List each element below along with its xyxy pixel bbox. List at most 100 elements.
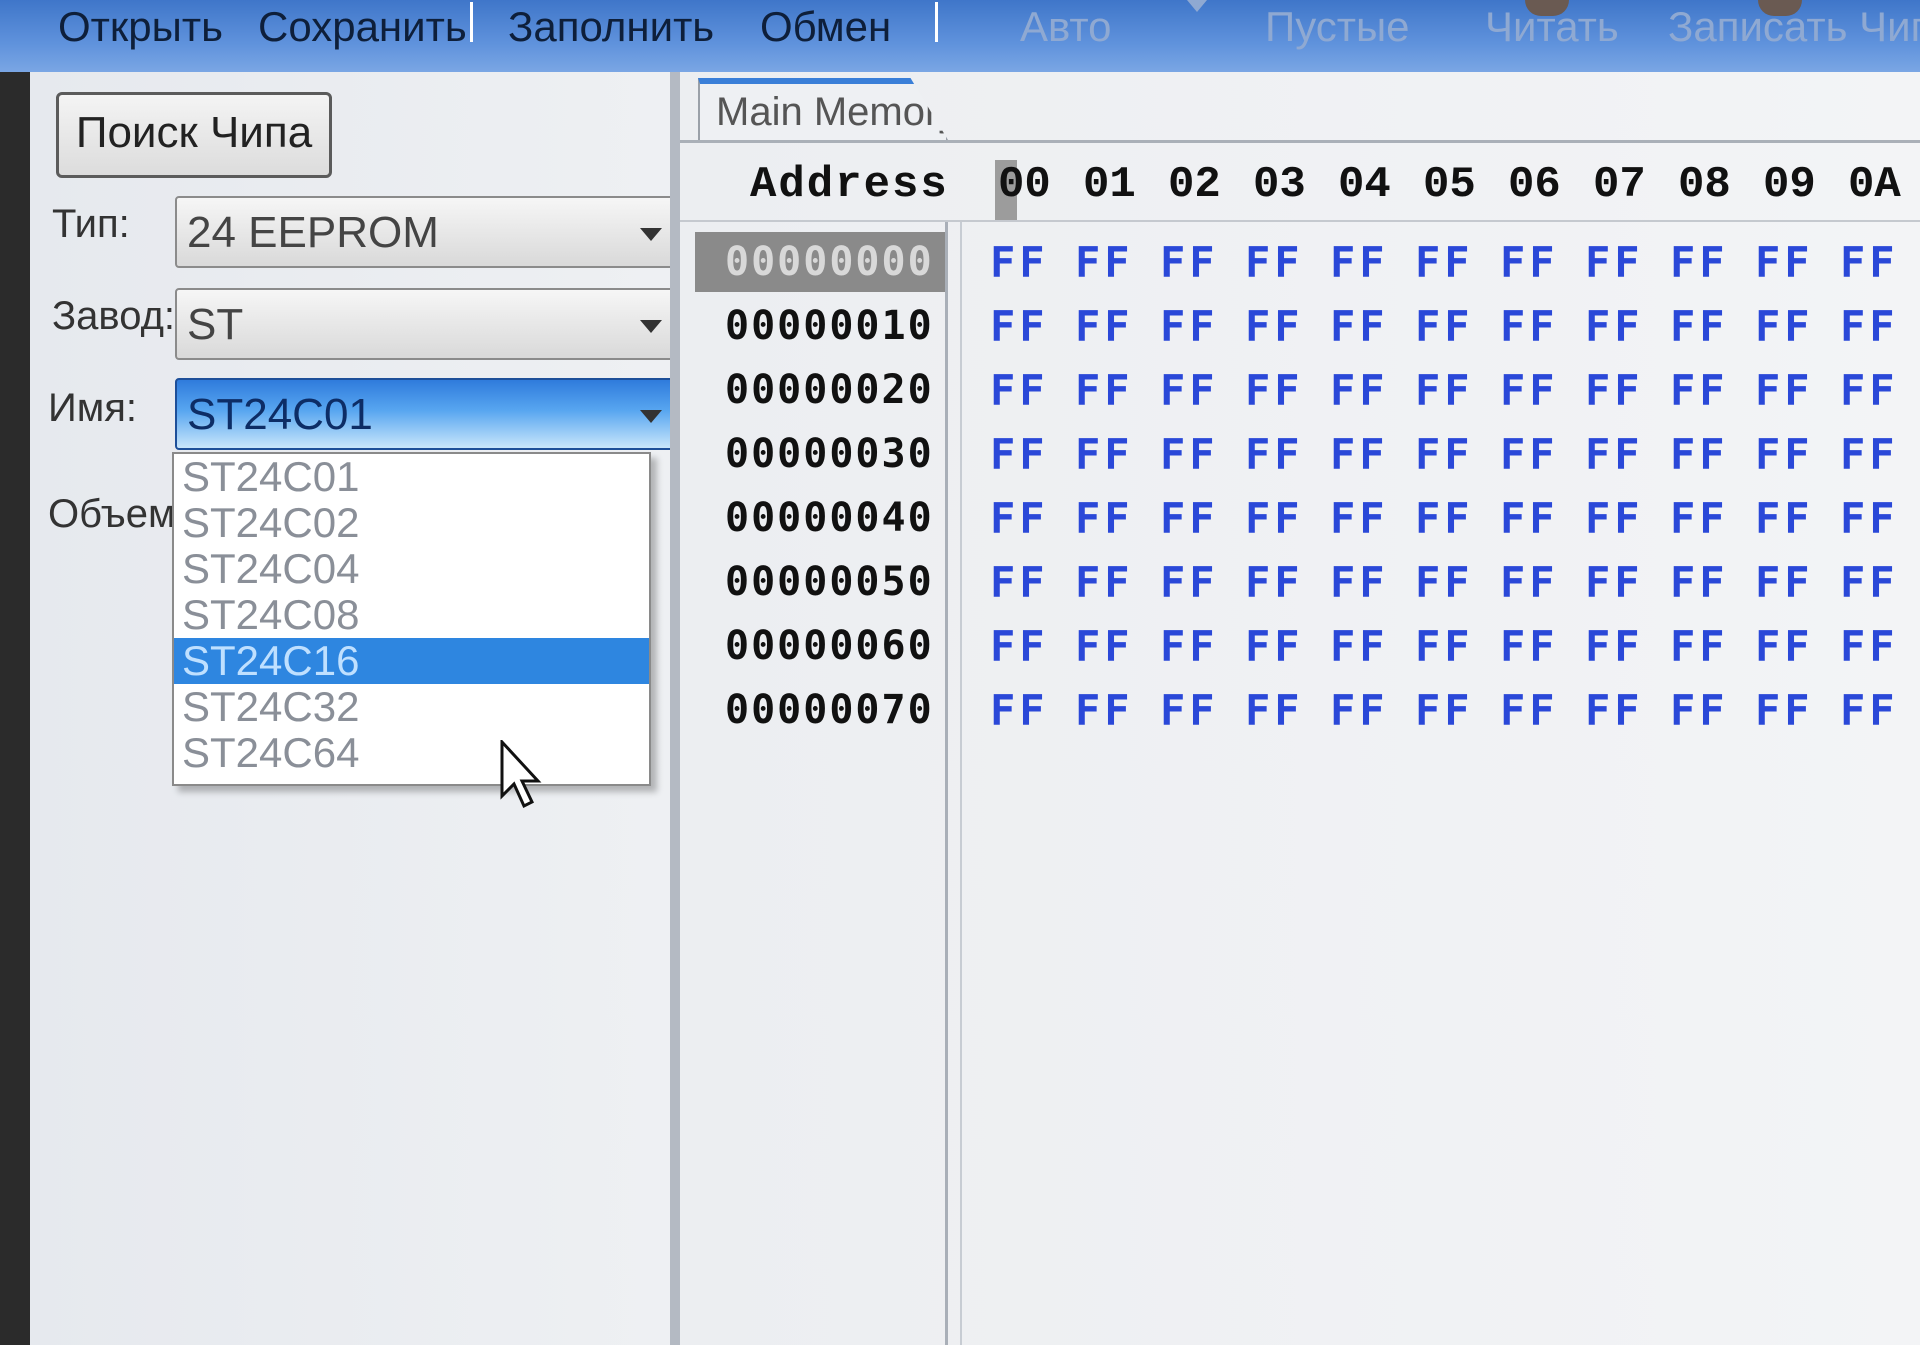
hex-cell[interactable]: FF [1500,238,1559,287]
hex-cell[interactable]: FF [1245,366,1304,415]
hex-cell[interactable]: FF [1755,430,1814,479]
hex-cell[interactable]: FF [1330,494,1389,543]
hex-cell[interactable]: FF [1075,238,1134,287]
hex-cell[interactable]: FF [1670,494,1729,543]
hex-cell[interactable]: FF [1500,302,1559,351]
hex-cell[interactable]: FF [1415,558,1474,607]
hex-cell[interactable]: FF [1330,302,1389,351]
hex-cell[interactable]: FF [1755,558,1814,607]
hex-cell[interactable]: FF [1840,494,1899,543]
hex-cell[interactable]: FF [1585,238,1644,287]
hex-cell[interactable]: FF [1585,558,1644,607]
hex-cell[interactable]: FF [1585,366,1644,415]
hex-cell[interactable]: FF [1840,558,1899,607]
hex-cell[interactable]: FF [1670,558,1729,607]
hex-cell[interactable]: FF [990,430,1049,479]
hex-cell[interactable]: FF [1160,494,1219,543]
name-select[interactable]: ST24C01 [175,378,680,450]
auto-dropdown-icon[interactable] [1187,0,1207,12]
hex-cell[interactable]: FF [1075,494,1134,543]
hex-cell[interactable]: FF [1075,686,1134,735]
hex-cell[interactable]: FF [1500,686,1559,735]
hex-cell[interactable]: FF [1330,366,1389,415]
hex-cell[interactable]: FF [1755,686,1814,735]
hex-cell[interactable]: FF [1755,366,1814,415]
dropdown-option[interactable]: ST24C04 [174,546,649,592]
hex-cell[interactable]: FF [1330,686,1389,735]
hex-cell[interactable]: FF [990,238,1049,287]
hex-cell[interactable]: FF [990,494,1049,543]
hex-cell[interactable]: FF [1500,430,1559,479]
dropdown-option-selected[interactable]: ST24C16 [174,638,649,684]
maker-select[interactable]: ST [175,288,680,360]
hex-cell[interactable]: FF [1670,238,1729,287]
hex-cell[interactable]: FF [1330,622,1389,671]
hex-cell[interactable]: FF [990,366,1049,415]
hex-cell[interactable]: FF [1755,238,1814,287]
hex-cell[interactable]: FF [1755,302,1814,351]
hex-cell[interactable]: FF [1330,430,1389,479]
save-menu[interactable]: Сохранить [258,0,467,60]
blank-check-button[interactable]: Пустые [1265,0,1410,60]
hex-cell[interactable]: FF [1755,494,1814,543]
row-address[interactable]: 00000030 [725,424,945,484]
hex-cell[interactable]: FF [1330,558,1389,607]
row-address[interactable]: 00000050 [725,552,945,612]
hex-cell[interactable]: FF [1840,622,1899,671]
type-select[interactable]: 24 EEPROM [175,196,680,268]
exchange-menu[interactable]: Обмен [760,0,891,60]
hex-cell[interactable]: FF [1415,238,1474,287]
row-address[interactable]: 00000070 [725,680,945,740]
row-address[interactable]: 00000000 [695,232,945,292]
hex-cell[interactable]: FF [1585,494,1644,543]
hex-cell[interactable]: FF [1585,302,1644,351]
hex-cell[interactable]: FF [1245,302,1304,351]
hex-cell[interactable]: FF [1075,366,1134,415]
hex-cell[interactable]: FF [1670,366,1729,415]
hex-cell[interactable]: FF [1415,686,1474,735]
dropdown-option[interactable]: ST24C01 [174,454,649,500]
hex-cell[interactable]: FF [1840,302,1899,351]
hex-cell[interactable]: FF [1585,686,1644,735]
hex-cell[interactable]: FF [990,622,1049,671]
row-address[interactable]: 00000010 [725,296,945,356]
dropdown-option[interactable]: ST24C08 [174,592,649,638]
read-button[interactable]: Читать [1485,0,1619,60]
row-address[interactable]: 00000060 [725,616,945,676]
hex-cell[interactable]: FF [1075,622,1134,671]
hex-cell[interactable]: FF [1670,622,1729,671]
hex-cell[interactable]: FF [1500,622,1559,671]
hex-cell[interactable]: FF [1160,622,1219,671]
hex-cell[interactable]: FF [1840,430,1899,479]
hex-cell[interactable]: FF [1585,622,1644,671]
hex-cell[interactable]: FF [1415,366,1474,415]
hex-cell[interactable]: FF [1075,302,1134,351]
hex-cell[interactable]: FF [1755,622,1814,671]
hex-cell[interactable]: FF [990,302,1049,351]
hex-cell[interactable]: FF [1670,430,1729,479]
hex-cell[interactable]: FF [1585,430,1644,479]
hex-cell[interactable]: FF [990,558,1049,607]
auto-button[interactable]: Авто [1020,0,1112,60]
hex-cell[interactable]: FF [1500,558,1559,607]
hex-cell[interactable]: FF [1245,238,1304,287]
hex-cell[interactable]: FF [1415,622,1474,671]
hex-cell[interactable]: FF [1245,686,1304,735]
dropdown-option[interactable]: ST24C64 [174,730,649,776]
hex-cell[interactable]: FF [1160,302,1219,351]
hex-cell[interactable]: FF [1670,686,1729,735]
hex-cell[interactable]: FF [1160,558,1219,607]
hex-cell[interactable]: FF [1160,430,1219,479]
hex-cell[interactable]: FF [1840,686,1899,735]
row-address[interactable]: 00000020 [725,360,945,420]
hex-cell[interactable]: FF [1840,366,1899,415]
row-address[interactable]: 00000040 [725,488,945,548]
hex-cell[interactable]: FF [1415,494,1474,543]
hex-cell[interactable]: FF [1415,430,1474,479]
hex-cell[interactable]: FF [1245,558,1304,607]
search-chip-button[interactable]: Поиск Чипа [56,92,332,178]
hex-cell[interactable]: FF [990,686,1049,735]
hex-cell[interactable]: FF [1160,366,1219,415]
hex-cell[interactable]: FF [1500,494,1559,543]
write-chip-button[interactable]: Записать Чип [1668,0,1920,60]
